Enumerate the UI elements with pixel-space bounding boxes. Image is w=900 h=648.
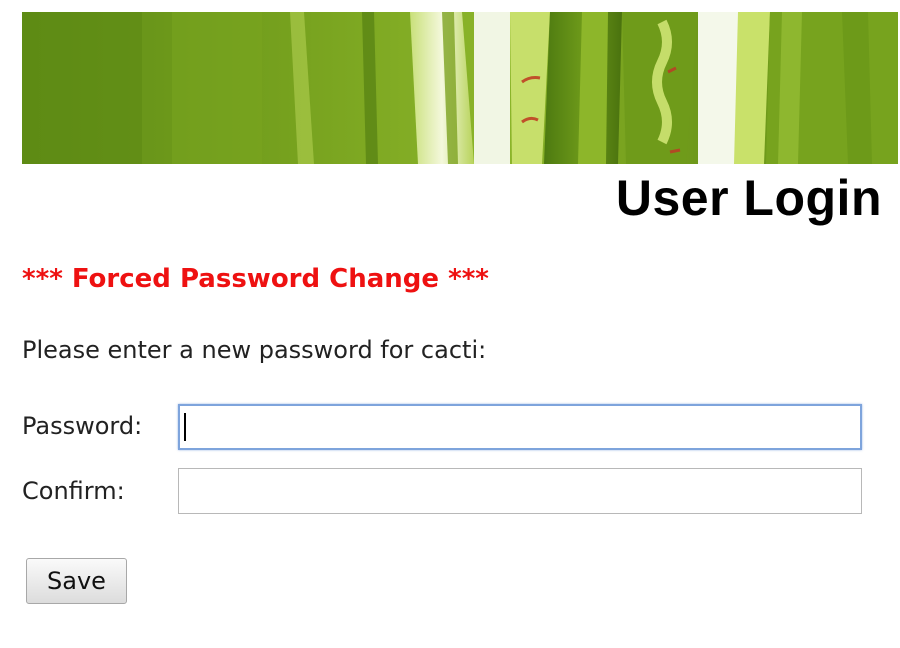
header-banner-image	[22, 12, 898, 164]
password-instructions: Please enter a new password for cacti:	[22, 336, 487, 364]
save-button[interactable]: Save	[26, 558, 127, 604]
confirm-password-input[interactable]	[178, 468, 862, 514]
text-cursor	[184, 413, 186, 441]
forced-password-change-notice: *** Forced Password Change ***	[22, 264, 489, 294]
page-title: User Login	[615, 170, 882, 226]
password-input[interactable]	[178, 404, 862, 450]
confirm-label: Confirm:	[22, 477, 125, 505]
password-label: Password:	[22, 412, 143, 440]
